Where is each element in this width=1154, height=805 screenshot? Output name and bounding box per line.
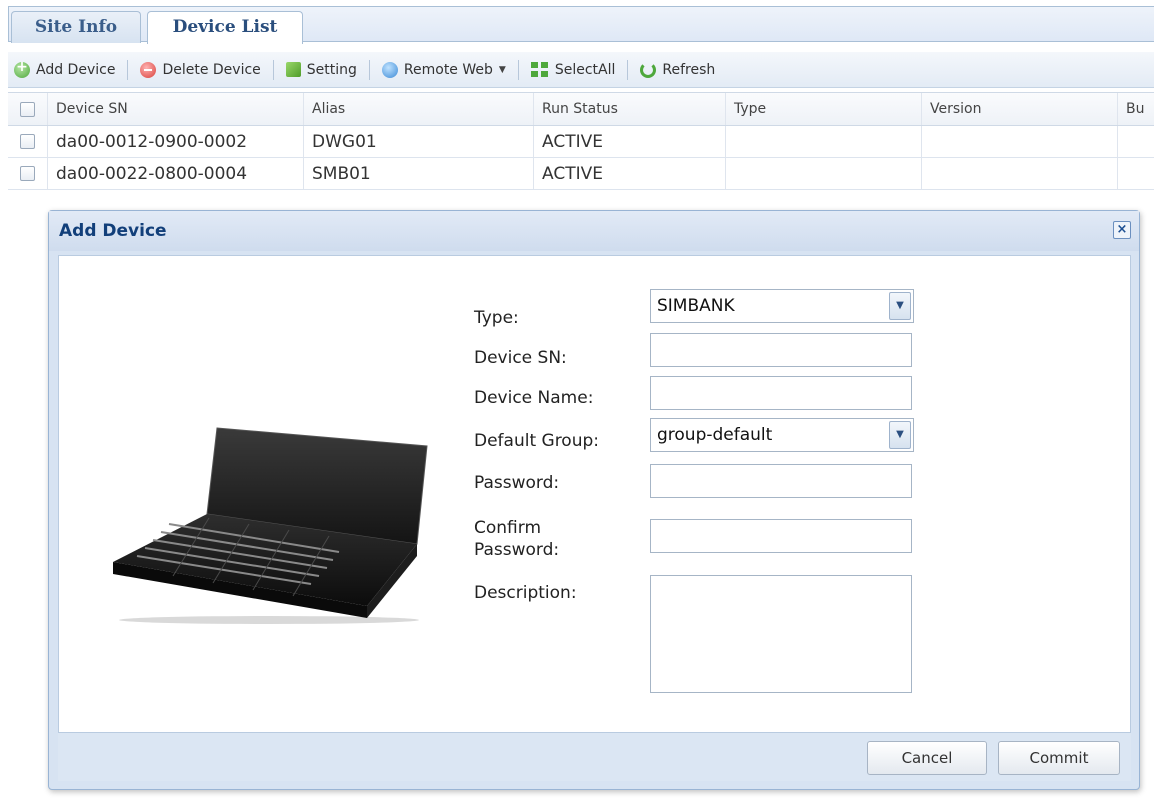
simbank-device-image	[113, 427, 428, 624]
puzzle-icon	[285, 62, 301, 77]
select-all-icon	[530, 61, 549, 78]
toolbar-separator	[627, 59, 629, 80]
row-checkbox[interactable]	[20, 166, 35, 181]
add-device-button[interactable]: Add Device	[8, 57, 121, 83]
column-header-version[interactable]: Version	[922, 93, 1118, 125]
cell-type	[726, 126, 922, 157]
toolbar-separator	[127, 59, 129, 80]
table-row[interactable]: da00-0022-0800-0004 SMB01 ACTIVE	[8, 158, 1154, 190]
column-header-device-sn[interactable]: Device SN	[48, 93, 304, 125]
device-sn-input[interactable]	[650, 333, 912, 367]
refresh-label: Refresh	[662, 61, 716, 78]
default-group-label: Default Group:	[474, 431, 600, 451]
remote-web-label: Remote Web	[403, 61, 493, 78]
dialog-title[interactable]: Add Device	[49, 211, 1139, 251]
tab-strip: Site Info Device List	[8, 6, 1154, 44]
setting-button[interactable]: Setting	[280, 57, 363, 83]
chevron-down-icon: ▼	[498, 64, 506, 75]
column-header-type[interactable]: Type	[726, 93, 922, 125]
refresh-button[interactable]: Refresh	[634, 57, 721, 83]
chevron-down-icon[interactable]: ▼	[889, 292, 911, 320]
cell-type	[726, 158, 922, 189]
delete-icon	[140, 61, 157, 78]
type-label: Type:	[474, 308, 519, 328]
tab-device-list[interactable]: Device List	[147, 11, 303, 44]
remote-web-button[interactable]: Remote Web ▼	[376, 57, 512, 83]
column-header-alias[interactable]: Alias	[304, 93, 534, 125]
device-name-input[interactable]	[650, 376, 912, 410]
description-label: Description:	[474, 583, 577, 603]
tab-site-info[interactable]: Site Info	[11, 11, 141, 43]
type-select[interactable]: SIMBANK ▼	[650, 289, 914, 323]
commit-button[interactable]: Commit	[998, 741, 1120, 775]
cell-alias: SMB01	[304, 158, 534, 189]
globe-icon	[381, 61, 398, 78]
setting-label: Setting	[306, 61, 357, 78]
cell-run-status: ACTIVE	[534, 126, 726, 157]
refresh-icon	[640, 61, 657, 78]
column-header-run-status[interactable]: Run Status	[534, 93, 726, 125]
cell-device-sn: da00-0012-0900-0002	[48, 126, 304, 157]
cancel-button[interactable]: Cancel	[867, 741, 987, 775]
add-icon	[14, 59, 30, 78]
grid-header: Device SN Alias Run Status Type Version …	[8, 92, 1154, 126]
close-icon[interactable]: ×	[1113, 221, 1131, 239]
delete-device-label: Delete Device	[162, 61, 261, 78]
device-sn-label: Device SN:	[474, 348, 567, 368]
device-grid: Device SN Alias Run Status Type Version …	[8, 92, 1154, 190]
cell-run-status: ACTIVE	[534, 158, 726, 189]
cell-device-sn: da00-0022-0800-0004	[48, 158, 304, 189]
table-row[interactable]: da00-0012-0900-0002 DWG01 ACTIVE	[8, 126, 1154, 158]
confirm-password-label: Confirm Password:	[474, 518, 560, 560]
dialog-footer: Cancel Commit	[58, 733, 1131, 781]
toolbar-separator	[517, 59, 519, 80]
device-name-label: Device Name:	[474, 388, 594, 408]
default-group-select[interactable]: group-default ▼	[650, 418, 914, 452]
toolbar-separator	[368, 59, 370, 80]
password-input[interactable]	[650, 464, 912, 498]
delete-device-button[interactable]: Delete Device	[134, 57, 266, 83]
dialog-body: Type: Device SN: Device Name: Default Gr…	[58, 255, 1131, 733]
type-select-value: SIMBANK	[657, 296, 735, 316]
cell-alias: DWG01	[304, 126, 534, 157]
description-textarea[interactable]	[650, 575, 912, 693]
add-device-dialog: Add Device × Type: Device SN: Device Nam…	[48, 210, 1140, 790]
toolbar: Add Device Delete Device Setting Remote …	[8, 52, 1154, 88]
select-all-button[interactable]: SelectAll	[525, 57, 622, 83]
confirm-password-input[interactable]	[650, 519, 912, 553]
password-label: Password:	[474, 473, 560, 493]
cell-version	[922, 126, 1118, 157]
chevron-down-icon[interactable]: ▼	[889, 421, 911, 449]
select-all-label: SelectAll	[554, 61, 616, 78]
column-header-bu[interactable]: Bu	[1118, 93, 1154, 125]
select-all-checkbox[interactable]	[20, 101, 35, 117]
cell-version	[922, 158, 1118, 189]
add-device-label: Add Device	[36, 61, 116, 78]
default-group-select-value: group-default	[657, 425, 773, 445]
toolbar-separator	[272, 59, 274, 80]
row-checkbox[interactable]	[20, 134, 35, 149]
